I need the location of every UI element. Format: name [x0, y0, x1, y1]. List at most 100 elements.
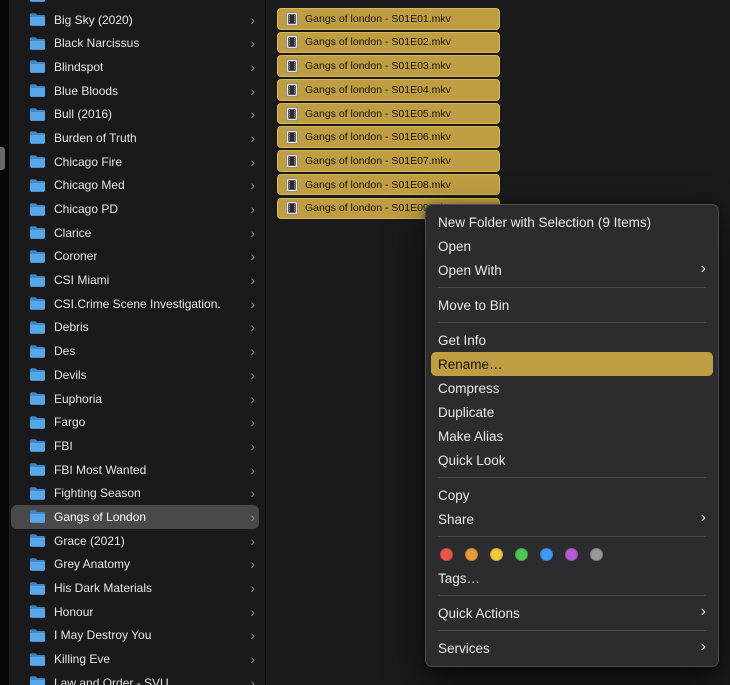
file-item[interactable]: Gangs of london - S01E07.mkv — [277, 150, 500, 172]
tag-color-orange-icon[interactable] — [465, 548, 478, 561]
sidebar-item-devils[interactable]: Devils› — [9, 363, 265, 387]
menu-item-make-alias[interactable]: Make Alias — [426, 424, 718, 448]
menu-item-new-folder-with-selection-9-items[interactable]: New Folder with Selection (9 Items) — [426, 210, 718, 234]
sidebar-item-des[interactable]: Des› — [9, 339, 265, 363]
folder-icon — [29, 582, 46, 595]
sidebar-item-label: Fighting Season — [54, 486, 141, 500]
sidebar-item-label: Clarice — [54, 226, 91, 240]
file-item[interactable]: Gangs of london - S01E08.mkv — [277, 174, 500, 196]
menu-item-label: Open — [438, 239, 471, 254]
submenu-chevron-icon: › — [701, 261, 706, 277]
menu-item-open-with[interactable]: Open With› — [426, 258, 718, 282]
file-item[interactable]: Gangs of london - S01E03.mkv — [277, 55, 500, 77]
sidebar-item-label: I May Destroy You — [54, 628, 151, 642]
menu-item-quick-actions[interactable]: Quick Actions› — [426, 601, 718, 625]
submenu-chevron-icon: › — [701, 639, 706, 655]
menu-item-compress[interactable]: Compress — [426, 376, 718, 400]
sidebar-item-chicago-pd[interactable]: Chicago PD› — [9, 197, 265, 221]
sidebar-item-gangs-of-london[interactable]: Gangs of London› — [11, 505, 259, 529]
tag-color-green-icon[interactable] — [515, 548, 528, 561]
folder-icon — [29, 297, 46, 310]
sidebar-item-euphoria[interactable]: Euphoria› — [9, 387, 265, 411]
folder-icon — [29, 392, 46, 405]
sidebar-item-grace-2021[interactable]: Grace (2021)› — [9, 529, 265, 553]
video-file-icon — [286, 107, 298, 121]
file-item[interactable]: Gangs of london - S01E05.mkv — [277, 103, 500, 125]
sidebar-item-burden-of-truth[interactable]: Burden of Truth› — [9, 126, 265, 150]
file-name: Gangs of london - S01E06.mkv — [305, 131, 451, 143]
file-name: Gangs of london - S01E04.mkv — [305, 84, 451, 96]
file-item[interactable]: Gangs of london - S01E06.mkv — [277, 126, 500, 148]
chevron-right-icon: › — [246, 463, 255, 477]
sidebar-item-clarice[interactable]: Clarice› — [9, 221, 265, 245]
menu-item-duplicate[interactable]: Duplicate — [426, 400, 718, 424]
sidebar-item-debris[interactable]: Debris› — [9, 316, 265, 340]
menu-item-copy[interactable]: Copy — [426, 483, 718, 507]
tag-color-yellow-icon[interactable] — [490, 548, 503, 561]
sidebar-item-chicago-med[interactable]: Chicago Med› — [9, 174, 265, 198]
folder-icon — [29, 416, 46, 429]
chevron-right-icon: › — [246, 36, 255, 50]
sidebar-item-label: CSI.Crime Scene Investigation. — [54, 297, 221, 311]
menu-item-get-info[interactable]: Get Info — [426, 328, 718, 352]
menu-separator — [438, 287, 706, 288]
sidebar-item-big-sky-2020[interactable]: Big Sky (2020)› — [9, 8, 265, 32]
sidebar-item-csi-crime-scene-investigation[interactable]: CSI.Crime Scene Investigation.› — [9, 292, 265, 316]
sidebar-item-coroner[interactable]: Coroner› — [9, 245, 265, 269]
menu-item-label: Make Alias — [438, 429, 503, 444]
chevron-right-icon: › — [246, 676, 255, 685]
sidebar-item-chicago-fire[interactable]: Chicago Fire› — [9, 150, 265, 174]
sidebar-item-grey-anatomy[interactable]: Grey Anatomy› — [9, 553, 265, 577]
sidebar-item-his-dark-materials[interactable]: His Dark Materials› — [9, 576, 265, 600]
sidebar-item-csi-miami[interactable]: CSI Miami› — [9, 268, 265, 292]
chevron-right-icon: › — [246, 534, 255, 548]
file-item[interactable]: Gangs of london - S01E02.mkv — [277, 32, 500, 54]
folder-icon — [29, 131, 46, 144]
video-file-icon — [286, 154, 298, 168]
sidebar-item-killing-eve[interactable]: Killing Eve› — [9, 647, 265, 671]
chevron-right-icon: › — [246, 581, 255, 595]
sidebar-item-black-narcissus[interactable]: Black Narcissus› — [9, 31, 265, 55]
menu-item-services[interactable]: Services› — [426, 636, 718, 660]
sidebar-item-law-and-order-svu[interactable]: Law and Order - SVU› — [9, 671, 265, 685]
tag-color-blue-icon[interactable] — [540, 548, 553, 561]
sidebar-item-partial[interactable]: › — [9, 0, 265, 8]
folder-icon — [29, 510, 46, 523]
sidebar-item-i-may-destroy-you[interactable]: I May Destroy You› — [9, 624, 265, 648]
menu-item-open[interactable]: Open — [426, 234, 718, 258]
folder-icon — [29, 629, 46, 642]
tag-color-purple-icon[interactable] — [565, 548, 578, 561]
sidebar-item-fargo[interactable]: Fargo› — [9, 410, 265, 434]
menu-item-label: New Folder with Selection (9 Items) — [438, 215, 651, 230]
folder-icon — [29, 368, 46, 381]
chevron-right-icon: › — [246, 392, 255, 406]
menu-item-label: Rename… — [438, 357, 503, 372]
menu-separator — [438, 536, 706, 537]
folder-icon — [29, 37, 46, 50]
folder-icon — [29, 558, 46, 571]
file-item[interactable]: Gangs of london - S01E04.mkv — [277, 79, 500, 101]
sidebar-item-fbi[interactable]: FBI› — [9, 434, 265, 458]
chevron-right-icon: › — [246, 107, 255, 121]
folder-icon — [29, 0, 46, 2]
menu-item-move-to-bin[interactable]: Move to Bin — [426, 293, 718, 317]
sidebar-item-bull-2016[interactable]: Bull (2016)› — [9, 102, 265, 126]
tag-color-grey-icon[interactable] — [590, 548, 603, 561]
sidebar-item-honour[interactable]: Honour› — [9, 600, 265, 624]
sidebar-item-blindspot[interactable]: Blindspot› — [9, 55, 265, 79]
sidebar-item-fbi-most-wanted[interactable]: FBI Most Wanted› — [9, 458, 265, 482]
file-name: Gangs of london - S01E02.mkv — [305, 36, 451, 48]
sidebar-item-label: Grey Anatomy — [54, 557, 130, 571]
file-item[interactable]: Gangs of london - S01E01.mkv — [277, 8, 500, 30]
menu-item-tags[interactable]: Tags… — [426, 566, 718, 590]
window-edge-handle — [0, 147, 5, 170]
tag-color-red-icon[interactable] — [440, 548, 453, 561]
sidebar-item-fighting-season[interactable]: Fighting Season› — [9, 481, 265, 505]
folder-icon — [29, 179, 46, 192]
sidebar-item-blue-bloods[interactable]: Blue Bloods› — [9, 79, 265, 103]
menu-item-share[interactable]: Share› — [426, 507, 718, 531]
sidebar-item-label: Burden of Truth — [54, 131, 137, 145]
folder-icon — [29, 345, 46, 358]
menu-item-quick-look[interactable]: Quick Look — [426, 448, 718, 472]
menu-item-rename[interactable]: Rename… — [431, 352, 713, 376]
